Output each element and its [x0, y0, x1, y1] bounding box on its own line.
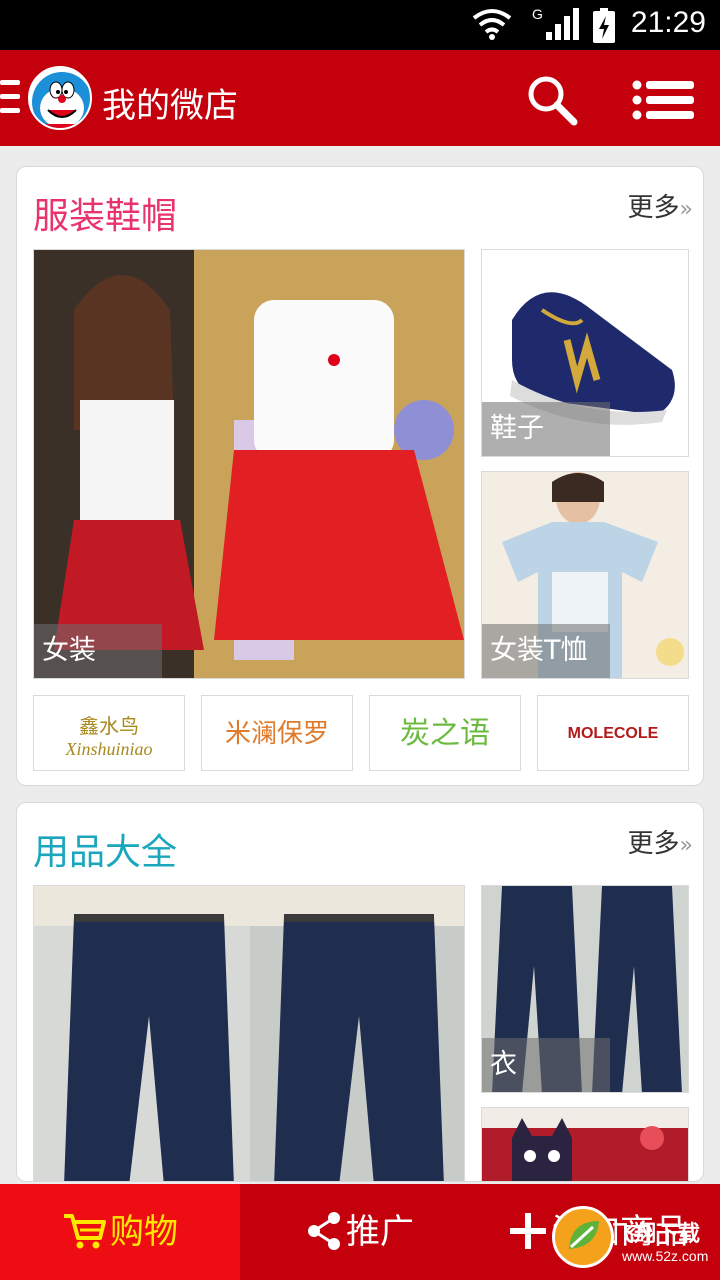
signal-icon: [546, 8, 579, 40]
avatar[interactable]: [28, 66, 92, 130]
section-supplies: 用品大全 更多» 衣: [16, 802, 704, 1182]
drawer-menu-icon[interactable]: [0, 80, 22, 116]
app-header: 我的微店: [0, 50, 720, 146]
section-title: 用品大全: [33, 832, 178, 873]
brand-name: MOLECOLE: [567, 725, 659, 742]
brand-tanzhiyu[interactable]: 炭之语: [369, 695, 521, 771]
cart-icon: [64, 1213, 106, 1248]
watermark-text: 飞翔下载: [612, 1222, 701, 1247]
status-bar: G 21:29: [0, 0, 720, 50]
nav-shop-label: 购物: [110, 1212, 178, 1252]
plus-icon: [510, 1212, 546, 1249]
leaf-logo-icon: [552, 1206, 614, 1268]
brand-molecole[interactable]: MOLECOLE: [537, 695, 689, 771]
tile-label: 衣: [482, 1038, 610, 1092]
page-title: 我的微店: [102, 86, 238, 126]
brand-name: 炭之语: [400, 716, 490, 751]
nav-shop-button[interactable]: 购物: [0, 1184, 240, 1280]
brand-name: 鑫水鸟: [79, 714, 139, 738]
section-clothing: 服装鞋帽 更多» 女装 鞋子 女装T恤 鑫水鸟 Xinshuiniao 米澜保罗…: [16, 166, 704, 786]
tile-shoes[interactable]: 鞋子: [481, 249, 689, 457]
nav-share-button[interactable]: 推广: [240, 1184, 480, 1280]
wifi-icon: [472, 9, 512, 40]
nav-share-label: 推广: [346, 1212, 414, 1252]
women-clothing-image: [34, 250, 464, 678]
brand-subtitle: Xinshuiniao: [65, 739, 153, 759]
brand-milan-baoluo[interactable]: 米澜保罗: [201, 695, 353, 771]
share-icon: [308, 1211, 340, 1250]
section-title: 服装鞋帽: [33, 196, 178, 237]
battery-charging-icon: [593, 8, 615, 43]
tile-label: 鞋子: [482, 402, 610, 456]
network-type-label: G: [532, 6, 543, 22]
tile-label: 女装T恤: [482, 624, 610, 678]
more-label: 更多: [627, 829, 680, 859]
watermark-url: www.52z.com: [622, 1248, 709, 1264]
tile-clothing[interactable]: 衣: [481, 885, 689, 1093]
chevron-right-icon: »: [679, 197, 694, 222]
tile-jeans[interactable]: [33, 885, 465, 1181]
more-link[interactable]: 更多»: [627, 187, 694, 224]
tile-women-clothing[interactable]: 女装: [33, 249, 465, 679]
chevron-right-icon: »: [679, 833, 694, 858]
more-link[interactable]: 更多»: [627, 823, 694, 860]
cat-bag-image: [482, 1108, 688, 1181]
tile-women-tshirt[interactable]: 女装T恤: [481, 471, 689, 679]
watermark-logo: 飞翔下载 www.52z.com: [552, 1196, 712, 1276]
tile-label: 女装: [34, 624, 162, 678]
doraemon-avatar-icon: [32, 72, 90, 128]
tile-cat-bag[interactable]: [481, 1107, 689, 1181]
clock: 21:29: [630, 6, 706, 39]
brand-xinshuiniao[interactable]: 鑫水鸟 Xinshuiniao: [33, 695, 185, 771]
list-menu-icon[interactable]: [632, 80, 696, 120]
search-icon[interactable]: [524, 72, 580, 128]
jeans-image: [34, 886, 464, 1181]
more-label: 更多: [627, 193, 680, 223]
brand-name: 米澜保罗: [224, 719, 329, 749]
